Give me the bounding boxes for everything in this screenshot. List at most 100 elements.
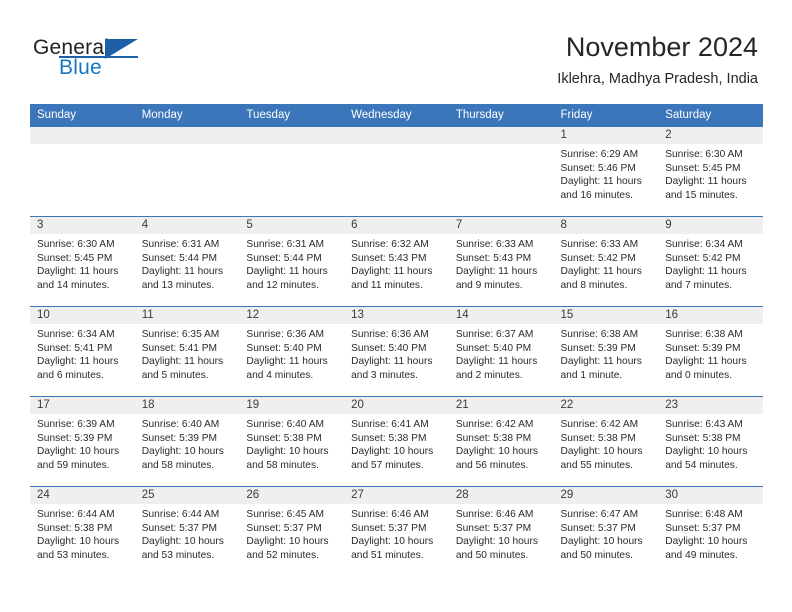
sunset-text: Sunset: 5:37 PM bbox=[246, 522, 322, 534]
daylight-text-line2: and 15 minutes. bbox=[665, 189, 738, 201]
calendar-day-cell[interactable]: 23 Sunrise: 6:43 AM Sunset: 5:38 PM Dayligh… bbox=[658, 396, 763, 487]
day-number: 19 bbox=[239, 397, 345, 414]
daylight-text-line2: and 56 minutes. bbox=[455, 459, 529, 471]
day-sun-info: Sunrise: 6:41 AM Sunset: 5:38 PM Daylight:… bbox=[344, 414, 449, 472]
daylight-text-line1: Daylight: 10 hours bbox=[455, 536, 538, 548]
daylight-text-line2: and 12 minutes. bbox=[246, 279, 319, 291]
calendar-day-cell[interactable]: 1 Sunrise: 6:29 AM Sunset: 5:46 PM Daylight… bbox=[553, 126, 659, 217]
day-number: 22 bbox=[553, 397, 659, 414]
calendar-day-cell[interactable]: 17 Sunrise: 6:39 AM Sunset: 5:39 PM Dayligh… bbox=[30, 396, 135, 487]
calendar-day-cell[interactable]: 29 Sunrise: 6:47 AM Sunset: 5:37 PM Dayligh… bbox=[553, 486, 659, 576]
daylight-text-line2: and 52 minutes. bbox=[246, 549, 319, 561]
day-number: 3 bbox=[30, 217, 135, 234]
daylight-text-line1: Daylight: 11 hours bbox=[141, 266, 224, 278]
calendar-day-cell[interactable]: 22 Sunrise: 6:42 AM Sunset: 5:38 PM Dayligh… bbox=[553, 396, 659, 487]
day-sun-info: Sunrise: 6:46 AM Sunset: 5:37 PM Daylight:… bbox=[344, 504, 449, 562]
day-sun-info: Sunrise: 6:33 AM Sunset: 5:43 PM Daylight:… bbox=[449, 234, 554, 292]
calendar-day-cell[interactable]: 6 Sunrise: 6:32 AM Sunset: 5:43 PM Daylight… bbox=[344, 216, 449, 307]
day-cell-content: 29 Sunrise: 6:47 AM Sunset: 5:37 PM Dayligh… bbox=[553, 487, 659, 576]
weekday-header-wednesday: Wednesday bbox=[344, 104, 449, 127]
calendar-day-cell[interactable]: 19 Sunrise: 6:40 AM Sunset: 5:38 PM Dayligh… bbox=[239, 396, 345, 487]
day-number bbox=[134, 127, 240, 144]
day-cell-content: 17 Sunrise: 6:39 AM Sunset: 5:39 PM Dayligh… bbox=[30, 397, 135, 486]
daylight-text-line1: Daylight: 10 hours bbox=[141, 446, 224, 458]
day-cell-content: 9 Sunrise: 6:34 AM Sunset: 5:42 PM Daylight… bbox=[658, 217, 763, 306]
daylight-text-line1: Daylight: 10 hours bbox=[246, 446, 329, 458]
calendar-day-cell[interactable]: 10 Sunrise: 6:34 AM Sunset: 5:41 PM Dayligh… bbox=[30, 306, 135, 397]
sunset-text: Sunset: 5:38 PM bbox=[560, 432, 636, 444]
general-blue-logo[interactable]: General Blue bbox=[33, 36, 223, 88]
daylight-text-line1: Daylight: 10 hours bbox=[141, 536, 224, 548]
daylight-text-line2: and 7 minutes. bbox=[665, 279, 733, 291]
day-cell-content bbox=[134, 127, 240, 216]
sunset-text: Sunset: 5:42 PM bbox=[560, 252, 636, 264]
calendar-day-cell[interactable]: 28 Sunrise: 6:46 AM Sunset: 5:37 PM Dayligh… bbox=[448, 486, 554, 576]
day-number: 30 bbox=[658, 487, 763, 504]
day-sun-info: Sunrise: 6:31 AM Sunset: 5:44 PM Daylight:… bbox=[135, 234, 240, 292]
daylight-text-line1: Daylight: 10 hours bbox=[37, 536, 120, 548]
daylight-text-line2: and 5 minutes. bbox=[141, 369, 209, 381]
calendar-day-cell[interactable]: 27 Sunrise: 6:46 AM Sunset: 5:37 PM Dayligh… bbox=[344, 486, 449, 576]
sunset-text: Sunset: 5:39 PM bbox=[560, 342, 636, 354]
calendar-day-cell[interactable]: 8 Sunrise: 6:33 AM Sunset: 5:42 PM Daylight… bbox=[553, 216, 659, 307]
sunrise-text: Sunrise: 6:42 AM bbox=[560, 419, 639, 430]
sunset-text: Sunset: 5:43 PM bbox=[351, 252, 427, 264]
sunrise-text: Sunrise: 6:40 AM bbox=[246, 419, 324, 430]
day-cell-content: 27 Sunrise: 6:46 AM Sunset: 5:37 PM Dayligh… bbox=[344, 487, 449, 576]
daylight-text-line1: Daylight: 10 hours bbox=[665, 536, 748, 548]
calendar-day-cell[interactable]: 18 Sunrise: 6:40 AM Sunset: 5:39 PM Dayligh… bbox=[134, 396, 240, 487]
calendar-day-cell[interactable]: 5 Sunrise: 6:31 AM Sunset: 5:44 PM Daylight… bbox=[239, 216, 345, 307]
day-number: 24 bbox=[30, 487, 135, 504]
calendar-day-cell[interactable]: 20 Sunrise: 6:41 AM Sunset: 5:38 PM Dayligh… bbox=[344, 396, 449, 487]
day-sun-info: Sunrise: 6:47 AM Sunset: 5:37 PM Daylight:… bbox=[554, 504, 659, 562]
day-cell-content: 15 Sunrise: 6:38 AM Sunset: 5:39 PM Dayligh… bbox=[553, 307, 659, 396]
day-sun-info: Sunrise: 6:44 AM Sunset: 5:38 PM Daylight:… bbox=[30, 504, 135, 562]
sunset-text: Sunset: 5:44 PM bbox=[141, 252, 218, 264]
daylight-text-line1: Daylight: 11 hours bbox=[351, 266, 433, 278]
sunrise-text: Sunrise: 6:30 AM bbox=[665, 149, 743, 160]
sunset-text: Sunset: 5:43 PM bbox=[455, 252, 532, 264]
calendar-day-cell[interactable]: 15 Sunrise: 6:38 AM Sunset: 5:39 PM Dayligh… bbox=[553, 306, 659, 397]
sunrise-text: Sunrise: 6:38 AM bbox=[560, 329, 639, 340]
calendar-day-cell[interactable]: 3 Sunrise: 6:30 AM Sunset: 5:45 PM Daylight… bbox=[30, 216, 135, 307]
calendar-day-cell[interactable]: 13 Sunrise: 6:36 AM Sunset: 5:40 PM Dayligh… bbox=[344, 306, 449, 397]
calendar-day-cell[interactable]: 14 Sunrise: 6:37 AM Sunset: 5:40 PM Dayligh… bbox=[448, 306, 554, 397]
calendar-day-cell[interactable]: 2 Sunrise: 6:30 AM Sunset: 5:45 PM Daylight… bbox=[658, 126, 763, 217]
day-cell-content: 5 Sunrise: 6:31 AM Sunset: 5:44 PM Daylight… bbox=[239, 217, 345, 306]
daylight-text-line2: and 51 minutes. bbox=[351, 549, 424, 561]
day-number: 11 bbox=[134, 307, 240, 324]
calendar-day-cell[interactable]: 21 Sunrise: 6:42 AM Sunset: 5:38 PM Dayligh… bbox=[448, 396, 554, 487]
day-sun-info: Sunrise: 6:43 AM Sunset: 5:38 PM Daylight:… bbox=[658, 414, 763, 472]
calendar-day-cell[interactable]: 7 Sunrise: 6:33 AM Sunset: 5:43 PM Daylight… bbox=[448, 216, 554, 307]
calendar-week-row: 17 Sunrise: 6:39 AM Sunset: 5:39 PM Dayligh… bbox=[30, 396, 763, 487]
sunrise-text: Sunrise: 6:33 AM bbox=[455, 239, 534, 250]
calendar-day-cell[interactable]: 24 Sunrise: 6:44 AM Sunset: 5:38 PM Dayligh… bbox=[30, 486, 135, 576]
sunset-text: Sunset: 5:45 PM bbox=[665, 162, 741, 174]
calendar-day-cell[interactable]: 25 Sunrise: 6:44 AM Sunset: 5:37 PM Dayligh… bbox=[134, 486, 240, 576]
day-number: 25 bbox=[134, 487, 240, 504]
calendar-day-cell[interactable]: 26 Sunrise: 6:45 AM Sunset: 5:37 PM Dayligh… bbox=[239, 486, 345, 576]
day-cell-content: 28 Sunrise: 6:46 AM Sunset: 5:37 PM Dayligh… bbox=[448, 487, 554, 576]
sunset-text: Sunset: 5:37 PM bbox=[141, 522, 218, 534]
calendar-day-cell[interactable]: 4 Sunrise: 6:31 AM Sunset: 5:44 PM Daylight… bbox=[134, 216, 240, 307]
daylight-text-line2: and 50 minutes. bbox=[560, 549, 634, 561]
calendar-day-cell[interactable]: 9 Sunrise: 6:34 AM Sunset: 5:42 PM Daylight… bbox=[658, 216, 763, 307]
sunrise-text: Sunrise: 6:30 AM bbox=[37, 239, 115, 250]
sunset-text: Sunset: 5:40 PM bbox=[455, 342, 532, 354]
calendar-day-cell bbox=[30, 126, 135, 217]
day-number: 28 bbox=[448, 487, 554, 504]
weekday-header-tuesday: Tuesday bbox=[239, 104, 345, 127]
daylight-text-line2: and 11 minutes. bbox=[351, 279, 423, 291]
day-number: 4 bbox=[134, 217, 240, 234]
calendar-day-cell[interactable]: 30 Sunrise: 6:48 AM Sunset: 5:37 PM Dayligh… bbox=[658, 486, 763, 576]
day-sun-info: Sunrise: 6:38 AM Sunset: 5:39 PM Daylight:… bbox=[658, 324, 763, 382]
day-cell-content: 16 Sunrise: 6:38 AM Sunset: 5:39 PM Dayligh… bbox=[658, 307, 763, 396]
sunset-text: Sunset: 5:38 PM bbox=[455, 432, 532, 444]
calendar-day-cell[interactable]: 11 Sunrise: 6:35 AM Sunset: 5:41 PM Dayligh… bbox=[134, 306, 240, 397]
day-cell-content: 26 Sunrise: 6:45 AM Sunset: 5:37 PM Dayligh… bbox=[239, 487, 345, 576]
sunrise-text: Sunrise: 6:42 AM bbox=[455, 419, 534, 430]
day-cell-content: 19 Sunrise: 6:40 AM Sunset: 5:38 PM Dayligh… bbox=[239, 397, 345, 486]
calendar-day-cell[interactable]: 16 Sunrise: 6:38 AM Sunset: 5:39 PM Dayligh… bbox=[658, 306, 763, 397]
calendar-day-cell[interactable]: 12 Sunrise: 6:36 AM Sunset: 5:40 PM Dayligh… bbox=[239, 306, 345, 397]
daylight-text-line2: and 53 minutes. bbox=[141, 549, 215, 561]
